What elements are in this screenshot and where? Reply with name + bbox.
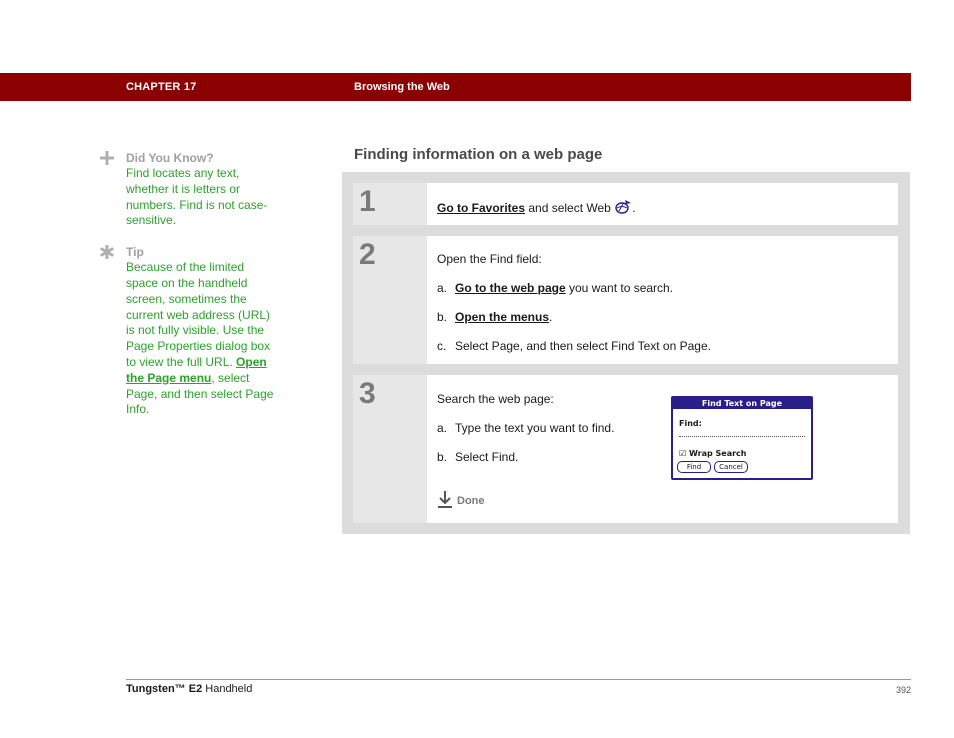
footer-divider: [126, 679, 911, 680]
step-number-cell: 1: [353, 183, 427, 225]
steps-panel: 1 Go to Favorites and select Web . 2 Ope…: [342, 172, 910, 534]
footer-product: Tungsten™ E2 Handheld: [126, 683, 252, 695]
find-text-dialog-screenshot: Find Text on Page Find: ☑ Wrap Search Fi…: [671, 396, 813, 480]
list-text: you want to search.: [565, 281, 674, 295]
web-browser-icon: [614, 199, 632, 215]
step-1-text: Go to Favorites and select Web .: [437, 199, 636, 216]
did-you-know-block: Did You Know? Find locates any text, whe…: [100, 150, 275, 229]
list-text: Select Page, and then select Find Text o…: [455, 339, 711, 353]
chapter-title: Browsing the Web: [354, 81, 450, 93]
tip-text: Because of the limited space on the hand…: [126, 260, 275, 418]
tip-block: Tip Because of the limited space on the …: [100, 244, 275, 418]
done-indicator: Done: [437, 490, 485, 509]
find-field-label: Find:: [679, 419, 702, 428]
product-name: Tungsten™ E2: [126, 683, 203, 695]
list-text: Type the text you want to find.: [455, 421, 615, 435]
step-content: Go to Favorites and select Web .: [437, 183, 888, 225]
list-text: Select Find.: [455, 450, 519, 464]
step-number-cell: 3: [353, 375, 427, 523]
list-item: b. Open the menus.: [437, 310, 552, 325]
wrap-search-checkbox: ☑ Wrap Search: [679, 446, 746, 461]
step-3: 3 Search the web page: a. Type the text y…: [353, 375, 898, 523]
cancel-button: Cancel: [714, 461, 748, 473]
did-you-know-heading: Did You Know?: [126, 151, 214, 165]
list-label: a.: [437, 281, 448, 295]
step-number: 1: [359, 185, 376, 218]
step-content: Search the web page: a. Type the text you…: [437, 375, 888, 523]
go-to-web-page-link[interactable]: Go to the web page: [455, 281, 566, 295]
section-title: Finding information on a web page: [354, 146, 603, 163]
list-item: b. Select Find.: [437, 450, 518, 465]
plus-icon: [100, 151, 116, 167]
list-label: b.: [437, 450, 448, 464]
tip-heading: Tip: [126, 245, 144, 260]
checkbox-checked-icon: ☑: [679, 449, 687, 458]
asterisk-icon: [100, 244, 116, 261]
step-1-end: .: [632, 201, 636, 215]
step-1: 1 Go to Favorites and select Web .: [353, 183, 898, 225]
find-button: Find: [677, 461, 711, 473]
find-dialog-title: Find Text on Page: [673, 398, 811, 409]
find-field-line: [679, 436, 805, 437]
step-2-intro: Open the Find field:: [437, 252, 542, 266]
chapter-header-bar: CHAPTER 17 Browsing the Web: [0, 73, 911, 101]
list-item: c. Select Page, and then select Find Text…: [437, 339, 711, 354]
product-suffix: Handheld: [202, 683, 253, 695]
page-number: 392: [895, 685, 911, 695]
list-text: .: [549, 310, 553, 324]
step-number: 3: [359, 377, 376, 410]
step-number: 2: [359, 238, 376, 271]
list-item: a. Go to the web page you want to search.: [437, 281, 673, 296]
step-2: 2 Open the Find field: a. Go to the web p…: [353, 236, 898, 364]
step-3-intro: Search the web page:: [437, 392, 554, 406]
list-item: a. Type the text you want to find.: [437, 421, 614, 436]
step-number-cell: 2: [353, 236, 427, 364]
list-label: a.: [437, 421, 448, 435]
sidebar: Did You Know? Find locates any text, whe…: [100, 150, 275, 418]
list-label: c.: [437, 339, 447, 353]
list-label: b.: [437, 310, 448, 324]
open-the-menus-link[interactable]: Open the menus: [455, 310, 549, 324]
wrap-search-label: Wrap Search: [688, 449, 747, 458]
did-you-know-text: Find locates any text, whether it is let…: [126, 166, 268, 228]
go-to-favorites-link[interactable]: Go to Favorites: [437, 201, 525, 215]
step-content: Open the Find field: a. Go to the web pag…: [437, 236, 888, 364]
step-1-body: and select Web: [525, 201, 615, 215]
tip-text-before: Because of the limited space on the hand…: [126, 260, 271, 369]
down-arrow-icon: [437, 490, 453, 508]
done-label: Done: [457, 495, 485, 507]
chapter-label: CHAPTER 17: [126, 81, 197, 93]
